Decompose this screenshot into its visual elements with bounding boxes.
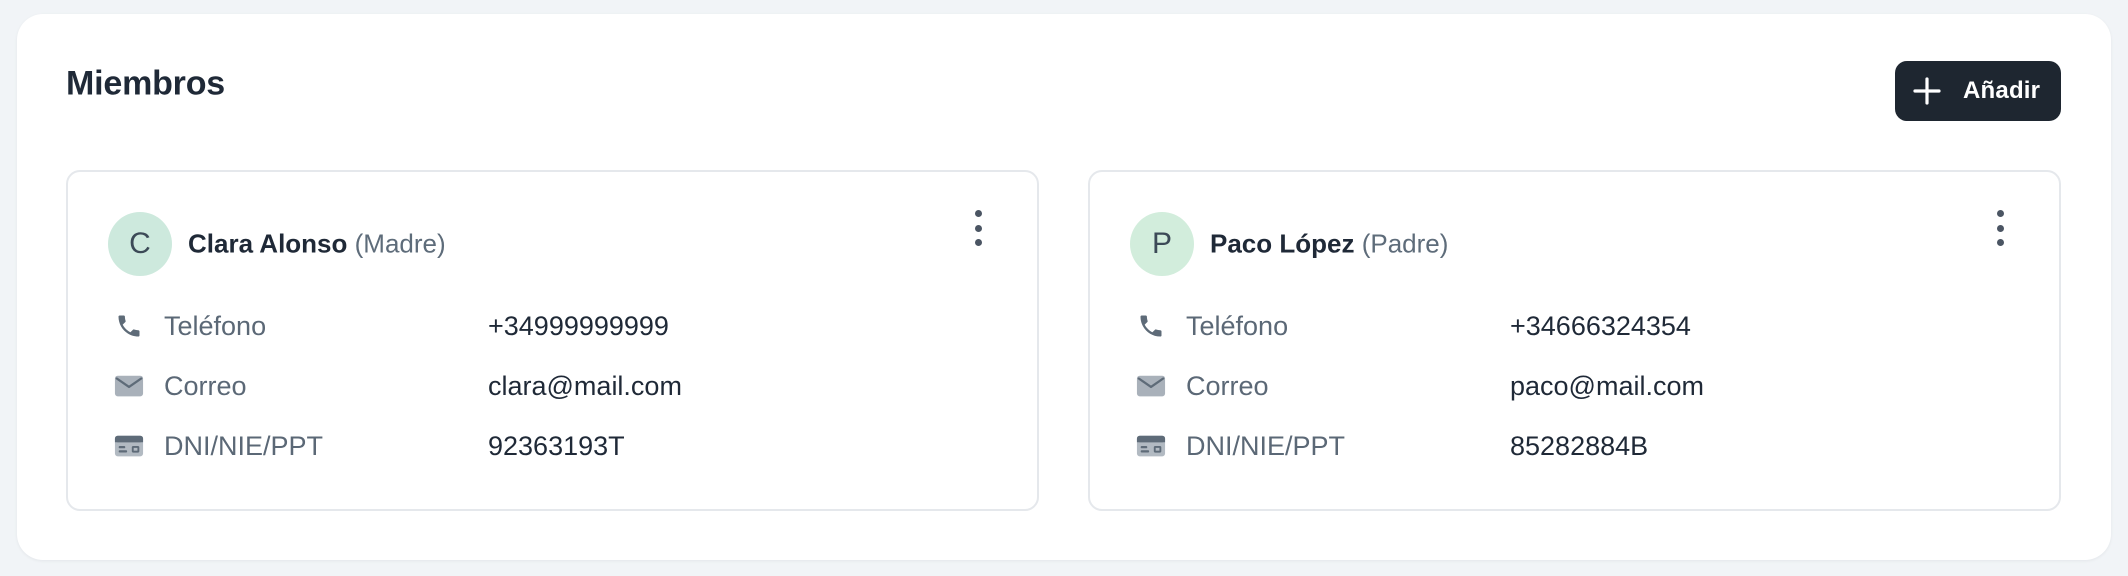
- more-options-icon[interactable]: [966, 208, 990, 248]
- avatar: P: [1130, 212, 1194, 276]
- email-row: Correo clara@mail.com: [114, 366, 682, 406]
- field-label: Correo: [164, 370, 247, 401]
- member-name: Paco López: [1210, 228, 1355, 259]
- phone-row: Teléfono +34666324354: [1136, 306, 1691, 346]
- member-name: Clara Alonso: [188, 228, 348, 259]
- id-value: 92363193T: [488, 430, 625, 461]
- mail-icon: [1136, 371, 1166, 401]
- members-panel: Miembros Añadir C Clara Alonso (Madre) T…: [17, 14, 2111, 560]
- member-header: Clara Alonso (Madre): [188, 229, 446, 260]
- phone-value: +34666324354: [1510, 310, 1691, 341]
- id-row: DNI/NIE/PPT 85282884B: [1136, 426, 1648, 466]
- member-card: C Clara Alonso (Madre) Teléfono +3499999…: [66, 170, 1039, 511]
- field-label: DNI/NIE/PPT: [164, 430, 324, 461]
- add-member-button[interactable]: Añadir: [1895, 61, 2061, 121]
- field-label: Correo: [1186, 370, 1269, 401]
- email-value: paco@mail.com: [1510, 370, 1704, 401]
- member-card: P Paco López (Padre) Teléfono +346663243…: [1088, 170, 2061, 511]
- id-value: 85282884B: [1510, 430, 1649, 461]
- id-card-icon: [1136, 431, 1166, 461]
- id-row: DNI/NIE/PPT 92363193T: [114, 426, 625, 466]
- phone-row: Teléfono +34999999999: [114, 306, 669, 346]
- avatar-initial: P: [1151, 227, 1172, 260]
- member-role: (Padre): [1361, 228, 1449, 259]
- email-row: Correo paco@mail.com: [1136, 366, 1704, 406]
- plus-icon: [1913, 77, 1941, 105]
- more-options-icon[interactable]: [1988, 208, 2012, 248]
- member-role: (Madre): [354, 228, 446, 259]
- phone-value: +34999999999: [488, 310, 669, 341]
- avatar: C: [108, 212, 172, 276]
- mail-icon: [114, 371, 144, 401]
- id-card-icon: [114, 431, 144, 461]
- field-label: DNI/NIE/PPT: [1186, 430, 1346, 461]
- phone-icon: [114, 311, 144, 341]
- field-label: Teléfono: [164, 310, 267, 341]
- add-member-button-label: Añadir: [1963, 77, 2041, 104]
- email-value: clara@mail.com: [488, 370, 682, 401]
- section-title: Miembros: [66, 64, 225, 103]
- field-label: Teléfono: [1186, 310, 1289, 341]
- phone-icon: [1136, 311, 1166, 341]
- avatar-initial: C: [129, 227, 151, 260]
- member-header: Paco López (Padre): [1210, 229, 1448, 260]
